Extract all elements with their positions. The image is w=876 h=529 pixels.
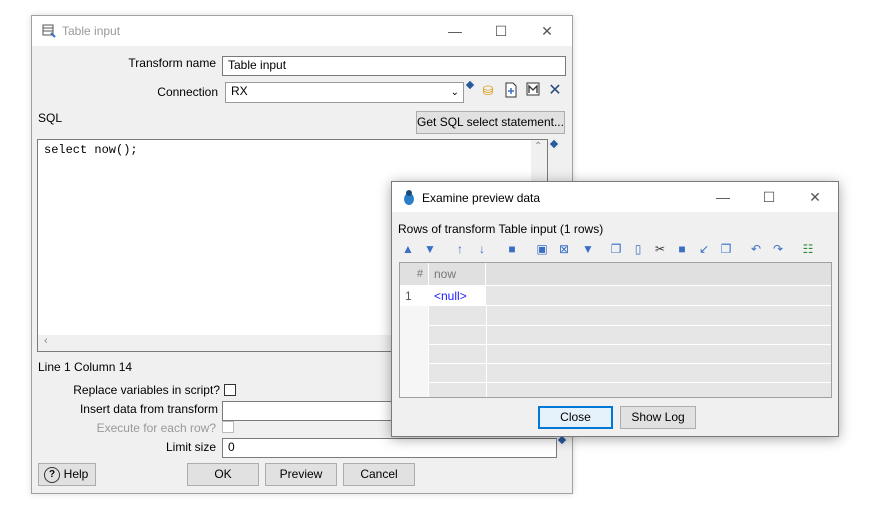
cancel-button[interactable]: Cancel — [343, 463, 415, 486]
scroll-left-icon[interactable]: ‹ — [44, 335, 48, 347]
execute-each-row-checkbox — [222, 421, 234, 433]
sql-label: SQL — [38, 111, 63, 125]
title-bar: Table input — ☐ ✕ — [32, 16, 572, 46]
close-button[interactable]: Close — [538, 406, 613, 429]
close-window-button[interactable]: ✕ — [524, 16, 570, 46]
minimize-button[interactable]: — — [700, 182, 746, 212]
connection-select[interactable]: RX ⌄ — [225, 82, 464, 103]
table-cell-now[interactable]: <null> — [429, 286, 486, 306]
paste-icon[interactable]: ▯ — [630, 241, 646, 257]
delete-icon[interactable]: ■ — [674, 241, 690, 257]
replace-variables-label: Replace variables in script? — [73, 383, 220, 397]
insert-row-before-icon[interactable]: ▲ — [400, 241, 416, 257]
table-row-filler — [486, 286, 831, 306]
column-header-filler — [486, 263, 831, 286]
row-number-header[interactable]: # — [400, 263, 429, 286]
sql-text[interactable]: select now(); — [44, 143, 138, 157]
cursor-position: Line 1 Column 14 — [38, 360, 133, 374]
minimize-button[interactable]: — — [432, 16, 478, 46]
redo-icon[interactable]: ↷ — [770, 241, 786, 257]
limit-size-label: Limit size — [165, 440, 216, 454]
insert-data-select[interactable] — [222, 401, 392, 421]
preview-grid[interactable]: # now 1 <null> — [399, 262, 832, 398]
delete-row-icon[interactable]: ■ — [504, 241, 520, 257]
limit-size-input[interactable]: 0 — [222, 438, 557, 458]
grid-line — [429, 344, 831, 345]
scroll-up-icon[interactable]: ⌃ — [534, 141, 542, 152]
database-icon[interactable]: ⛁ — [479, 82, 497, 100]
close-window-button[interactable]: ✕ — [792, 182, 838, 212]
copy-icon[interactable]: ❐ — [608, 241, 624, 257]
transform-name-label: Transform name — [128, 56, 216, 70]
variable-diamond-icon — [464, 79, 476, 91]
maximize-button[interactable]: ☐ — [478, 16, 524, 46]
grid-line — [429, 363, 831, 364]
help-button-label: Help — [63, 467, 89, 481]
new-connection-icon[interactable] — [502, 82, 520, 100]
duplicate-icon[interactable]: ❐ — [718, 241, 734, 257]
clear-selection-icon[interactable]: ⊠ — [556, 241, 572, 257]
preview-title-bar: Examine preview data — ☐ ✕ — [392, 182, 838, 212]
preview-button[interactable]: Preview — [265, 463, 337, 486]
chevron-down-icon: ⌄ — [450, 87, 459, 98]
transform-name-input[interactable]: Table input — [222, 56, 566, 76]
cut-icon[interactable]: ✂ — [652, 241, 668, 257]
help-button[interactable]: ? Help — [38, 463, 96, 486]
connection-value: RX — [231, 84, 248, 98]
get-sql-button[interactable]: Get SQL select statement... — [416, 111, 565, 134]
rows-label: Rows of transform Table input (1 rows) — [398, 222, 604, 236]
table-input-icon — [42, 24, 56, 38]
undo-icon[interactable]: ↶ — [748, 241, 764, 257]
connection-label: Connection — [157, 85, 218, 99]
variable-diamond-icon — [548, 138, 560, 150]
window-title: Table input — [62, 24, 121, 38]
preview-app-icon — [404, 190, 414, 205]
preview-dialog: Examine preview data — ☐ ✕ Rows of trans… — [391, 181, 839, 437]
execute-each-row-label: Execute for each row? — [96, 421, 216, 435]
delete-connection-icon[interactable]: ✕ — [546, 82, 564, 100]
preview-window-title: Examine preview data — [422, 191, 541, 205]
move-down-icon[interactable]: ↓ — [474, 241, 490, 257]
move-up-icon[interactable]: ↑ — [452, 241, 468, 257]
column-header-now[interactable]: now — [429, 263, 486, 286]
help-icon: ? — [44, 467, 60, 483]
empty-row-numbers — [400, 306, 429, 397]
maximize-button[interactable]: ☐ — [746, 182, 792, 212]
replace-variables-checkbox[interactable] — [224, 384, 236, 396]
ok-button[interactable]: OK — [187, 463, 259, 486]
insert-row-after-icon[interactable]: ▼ — [422, 241, 438, 257]
table-row-number: 1 — [400, 286, 429, 306]
grid-line — [486, 306, 487, 397]
insert-data-label: Insert data from transform — [79, 402, 218, 416]
shrink-icon[interactable]: ↙ — [696, 241, 712, 257]
grid-line — [429, 382, 831, 383]
select-all-icon[interactable]: ▣ — [534, 241, 550, 257]
grid-line — [429, 325, 831, 326]
show-log-button[interactable]: Show Log — [620, 406, 696, 429]
wizard-icon[interactable] — [524, 82, 542, 100]
filter-icon[interactable]: ▼ — [580, 241, 596, 257]
export-icon[interactable]: ☷ — [800, 241, 816, 257]
